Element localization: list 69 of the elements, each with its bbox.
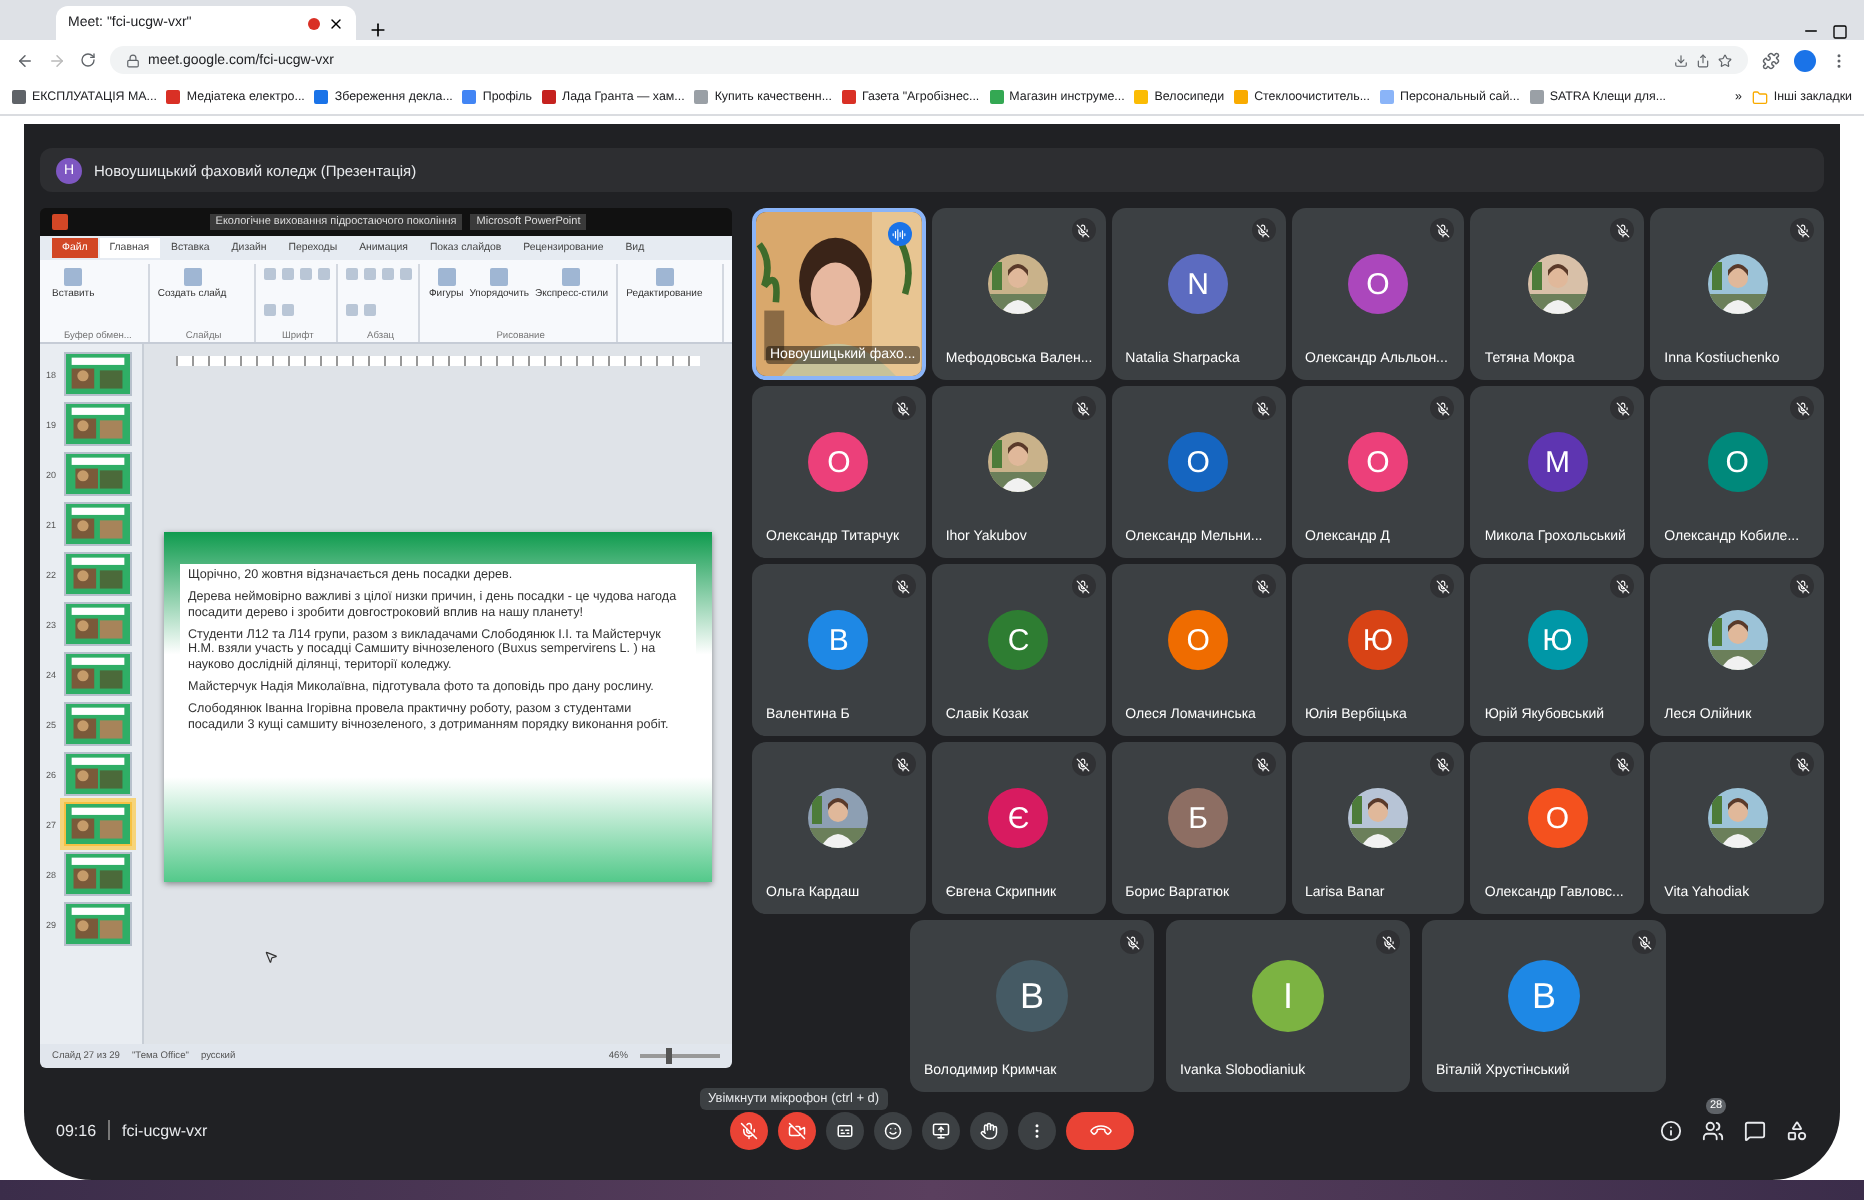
download-icon[interactable]: [1674, 53, 1688, 67]
avatar: Ю: [1527, 610, 1588, 670]
chat-button[interactable]: [1744, 1119, 1766, 1141]
avatar: Б: [1168, 788, 1229, 848]
share-icon[interactable]: [1696, 53, 1710, 67]
hand-icon: [980, 1121, 998, 1139]
phone-button[interactable]: [1066, 1111, 1134, 1149]
powerpoint-icon: [52, 214, 68, 230]
avatar: Є: [988, 788, 1049, 848]
avatar: О: [1347, 254, 1408, 314]
avatar: О: [1168, 432, 1229, 492]
emoji-icon: [884, 1121, 902, 1139]
slide-thumbnail[interactable]: [64, 752, 132, 796]
slide-thumbnail[interactable]: [64, 852, 132, 896]
slide-thumbnail[interactable]: [64, 552, 132, 596]
avatar: О: [808, 432, 869, 492]
present-button[interactable]: [922, 1111, 960, 1149]
emoji-button[interactable]: [874, 1111, 912, 1149]
slide-thumbnail[interactable]: [64, 702, 132, 746]
shapes-icon: [1786, 1119, 1808, 1141]
back-icon[interactable]: [16, 51, 34, 69]
slide-thumbnail[interactable]: [64, 452, 132, 496]
avatar: О: [1168, 610, 1229, 670]
folder-icon: [1751, 89, 1768, 105]
captions-button[interactable]: [826, 1111, 864, 1149]
info-icon: [1660, 1119, 1682, 1141]
star-icon[interactable]: [1718, 53, 1732, 67]
avatar: В: [996, 960, 1068, 1032]
slide-thumbnail[interactable]: [64, 652, 132, 696]
chat-icon: [1744, 1119, 1766, 1141]
slide-thumbnail[interactable]: [64, 902, 132, 946]
avatar: О: [1527, 788, 1588, 848]
avatar: Ю: [1347, 610, 1408, 670]
reload-icon[interactable]: [80, 52, 96, 68]
slide-thumbnail[interactable]: [64, 402, 132, 446]
extensions-icon[interactable]: [1762, 51, 1780, 69]
info-button[interactable]: [1660, 1119, 1682, 1141]
meeting-code: fci-ucgw-vxr: [122, 1121, 208, 1139]
camera-off-icon: [788, 1121, 806, 1139]
people-icon: [1702, 1119, 1724, 1141]
hand-button[interactable]: [970, 1111, 1008, 1149]
clock: 09:16: [56, 1121, 97, 1139]
slide-thumbnail[interactable]: [64, 602, 132, 646]
mic-off-button[interactable]: [730, 1111, 768, 1149]
profile-avatar[interactable]: [1794, 49, 1816, 71]
cursor-icon: [264, 950, 278, 964]
avatar: С: [988, 610, 1049, 670]
avatar: О: [1707, 432, 1768, 492]
avatar: В: [808, 610, 869, 670]
present-icon: [932, 1121, 950, 1139]
slide-thumbnail[interactable]: [64, 352, 132, 396]
slide-thumbnail[interactable]: [64, 802, 132, 846]
recording-icon: [308, 17, 320, 29]
avatar: М: [1527, 432, 1588, 492]
avatar: О: [1347, 432, 1408, 492]
captions-icon: [836, 1121, 854, 1139]
new-tab-icon[interactable]: [368, 20, 388, 40]
lock-icon: [126, 53, 140, 67]
mic-off-icon: [740, 1121, 758, 1139]
slide-thumbnail[interactable]: [64, 502, 132, 546]
avatar: В: [1508, 960, 1580, 1032]
maximize-icon[interactable]: [1832, 24, 1848, 40]
more-button[interactable]: [1018, 1111, 1056, 1149]
avatar: І: [1252, 960, 1324, 1032]
camera-off-button[interactable]: [778, 1111, 816, 1149]
close-icon[interactable]: [328, 15, 344, 31]
avatar: N: [1168, 254, 1229, 314]
slider-thumb[interactable]: [665, 1048, 671, 1064]
activities-button[interactable]: [1786, 1119, 1808, 1141]
